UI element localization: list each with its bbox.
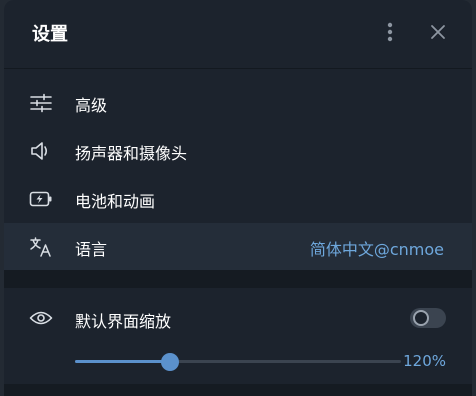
section-divider-bottom: [4, 384, 472, 396]
close-button[interactable]: [424, 20, 452, 48]
vertical-dots-icon: [387, 22, 393, 46]
more-options-button[interactable]: [376, 20, 404, 48]
slider-thumb[interactable]: [160, 353, 179, 371]
toggle-knob: [413, 310, 429, 326]
sliders-icon: [28, 91, 54, 115]
language-value: 简体中文@cnmoe: [309, 240, 444, 259]
translate-icon: [28, 235, 54, 259]
zoom-slider[interactable]: [75, 352, 401, 372]
menu-item-label: 高级: [75, 96, 108, 115]
page-title: 设置: [32, 24, 68, 45]
menu-item-label: 扬声器和摄像头: [75, 144, 188, 163]
menu-item-language[interactable]: 语言 简体中文@cnmoe: [4, 223, 472, 271]
menu-item-label: 语言: [75, 240, 108, 259]
section-divider: [4, 270, 472, 288]
slider-fill: [75, 360, 170, 363]
menu-item-label: 电池和动画: [75, 192, 156, 211]
settings-panel: 设置 高级 扬声器和摄像头 电池和动画 语言 简体中文@cnmoe 默认界面缩放…: [4, 0, 472, 396]
speaker-icon: [28, 139, 54, 163]
menu-item-speakers-camera[interactable]: 扬声器和摄像头: [4, 127, 472, 175]
default-zoom-toggle[interactable]: [410, 308, 446, 328]
eye-icon: [28, 306, 54, 330]
battery-icon: [28, 187, 54, 211]
zoom-value: 120%: [403, 352, 446, 370]
default-zoom-label: 默认界面缩放: [75, 312, 172, 331]
panel-header: 设置: [4, 0, 472, 69]
close-icon: [430, 24, 446, 44]
menu-item-advanced[interactable]: 高级: [4, 79, 472, 127]
menu-item-battery-animation[interactable]: 电池和动画: [4, 175, 472, 223]
default-zoom-row: 默认界面缩放: [4, 296, 472, 342]
